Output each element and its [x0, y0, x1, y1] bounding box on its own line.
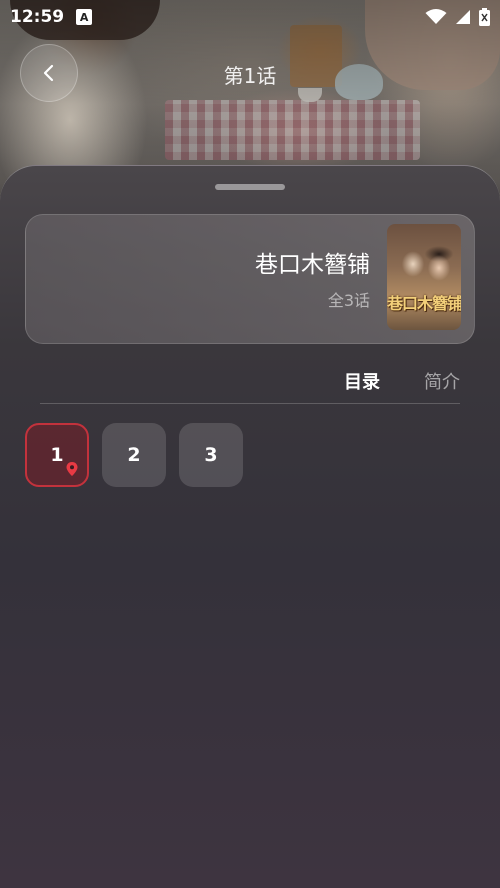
location-pin-icon	[66, 462, 78, 476]
episode-button-1[interactable]: 1	[25, 423, 89, 487]
cover-title: 巷口木簪铺	[387, 294, 461, 313]
tab-intro[interactable]: 简介	[424, 368, 460, 394]
episode-button-2[interactable]: 2	[102, 423, 166, 487]
status-time: 12:59	[10, 7, 65, 27]
episode-count: 全3话	[327, 291, 370, 310]
sheet-drag-handle[interactable]	[215, 184, 285, 190]
tab-bar: 目录 简介	[40, 364, 460, 404]
wifi-icon	[425, 9, 447, 24]
book-card[interactable]: 巷口木簪铺 全3话 巷口木簪铺	[25, 214, 475, 344]
tab-catalog[interactable]: 目录	[344, 368, 380, 394]
notification-icon: A	[76, 9, 93, 25]
episode-sheet: 巷口木簪铺 全3话 巷口木簪铺 目录 简介 1 2 3	[0, 165, 500, 888]
page-title: 第1话	[223, 64, 277, 88]
episode-label: 3	[204, 444, 218, 466]
signal-icon	[456, 10, 470, 24]
book-title: 巷口木簪铺	[255, 252, 370, 278]
battery-icon	[479, 8, 490, 26]
episode-list: 1 2 3	[25, 423, 243, 487]
episode-button-3[interactable]: 3	[179, 423, 243, 487]
status-bar: 12:59 A	[0, 0, 500, 34]
episode-label: 1	[50, 444, 64, 466]
episode-label: 2	[127, 444, 141, 466]
book-cover: 巷口木簪铺	[387, 224, 461, 330]
